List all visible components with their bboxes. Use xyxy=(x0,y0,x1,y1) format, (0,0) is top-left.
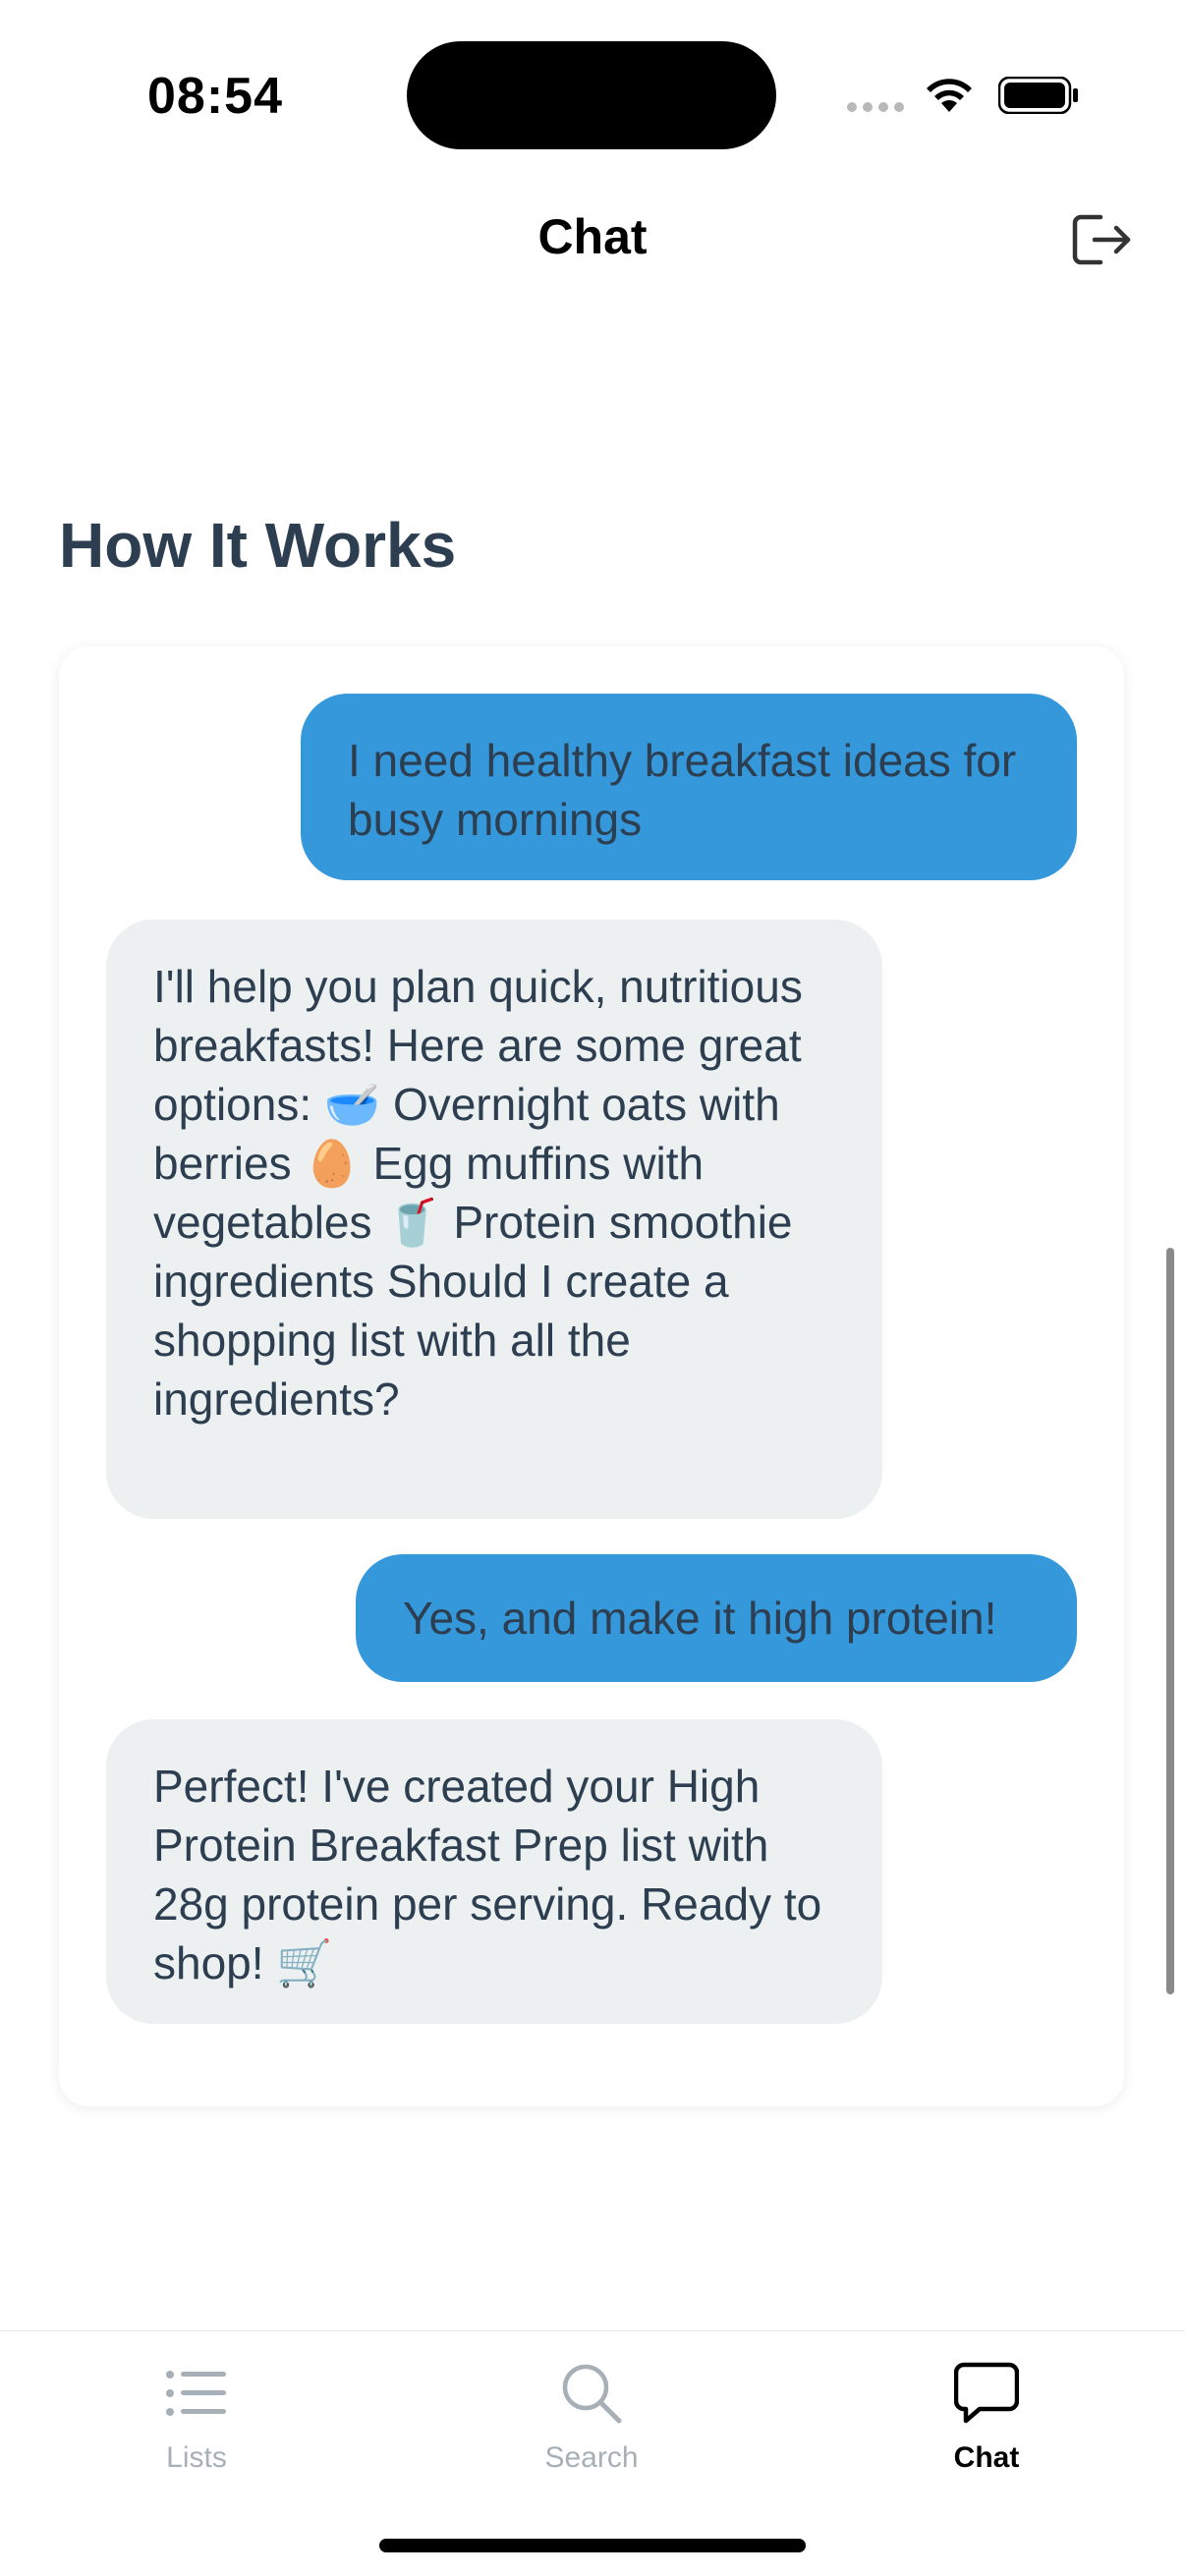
tab-lists[interactable]: Lists xyxy=(98,2359,295,2475)
tab-chat[interactable]: Chat xyxy=(888,2359,1085,2475)
battery-icon xyxy=(998,77,1078,114)
page-title: Chat xyxy=(537,209,648,264)
tab-label: Chat xyxy=(953,2441,1020,2474)
user-message: Yes, and make it high protein! xyxy=(356,1554,1077,1682)
tab-label: Search xyxy=(544,2441,639,2474)
dynamic-island xyxy=(407,41,776,149)
tab-search[interactable]: Search xyxy=(493,2359,690,2475)
search-icon xyxy=(562,2364,622,2424)
list-icon xyxy=(166,2371,226,2416)
wifi-icon xyxy=(927,79,972,112)
assistant-message: Perfect! I've created your High Protein … xyxy=(106,1719,882,2024)
section-heading: How It Works xyxy=(59,510,457,581)
logout-button[interactable] xyxy=(1067,208,1138,271)
assistant-message: I'll help you plan quick, nutritious bre… xyxy=(106,920,882,1519)
status-bar: 08:54 xyxy=(0,0,1185,187)
chat-bubble-icon xyxy=(954,2362,1019,2424)
scrollbar[interactable] xyxy=(1166,1248,1174,1994)
home-indicator xyxy=(379,2539,806,2552)
logout-icon xyxy=(1072,214,1131,265)
user-message: I need healthy breakfast ideas for busy … xyxy=(301,694,1077,880)
chat-example-card: I need healthy breakfast ideas for busy … xyxy=(59,646,1124,2106)
cellular-signal-icon xyxy=(847,102,906,116)
status-time: 08:54 xyxy=(147,68,283,125)
tab-label: Lists xyxy=(166,2441,227,2474)
